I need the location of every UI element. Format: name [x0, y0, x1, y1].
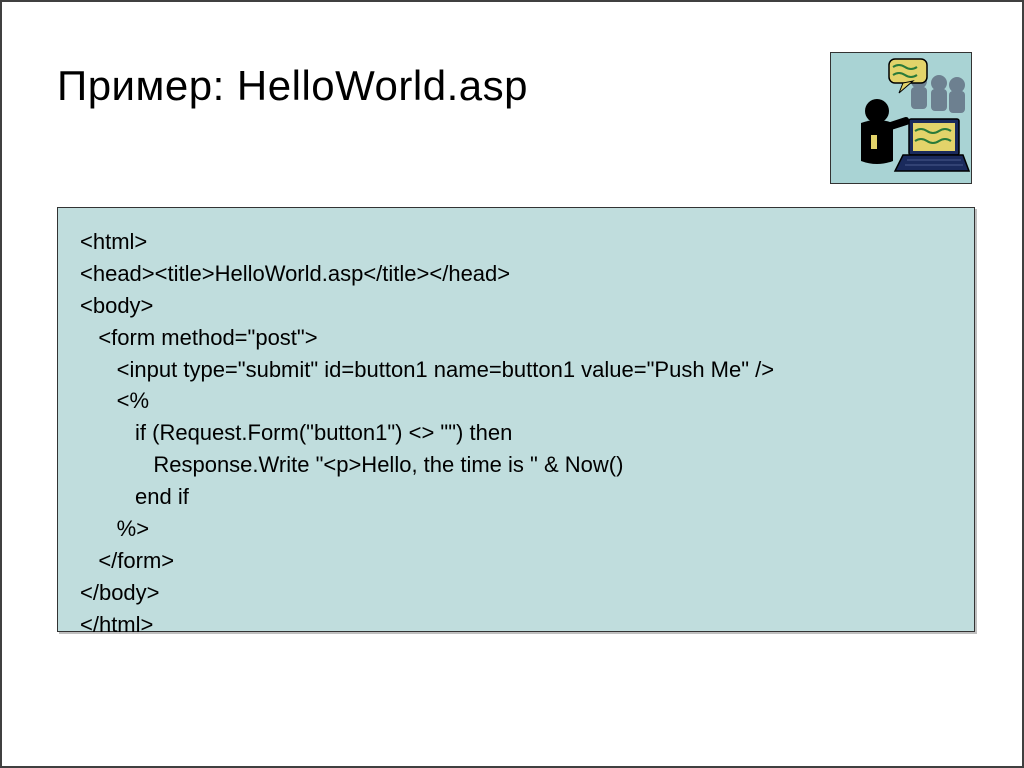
slide-frame: Пример: HelloWorld.asp — [0, 0, 1024, 768]
slide-title: Пример: HelloWorld.asp — [57, 62, 528, 110]
clipart-image — [830, 52, 972, 184]
code-block: <html> <head><title>HelloWorld.asp</titl… — [57, 207, 975, 632]
